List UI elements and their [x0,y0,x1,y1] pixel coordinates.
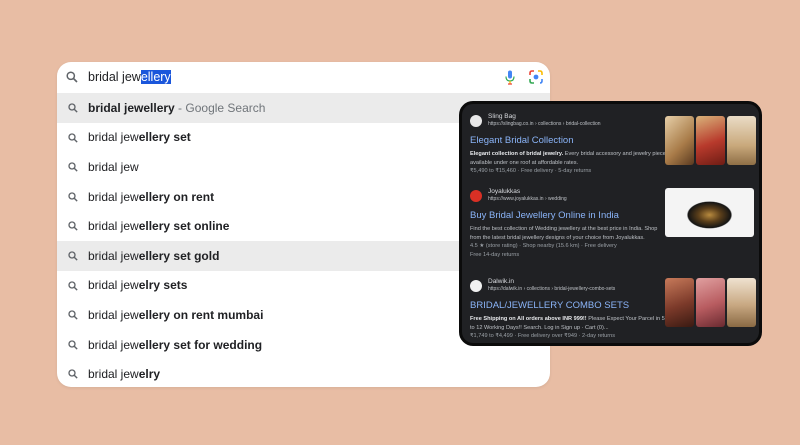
search-icon [68,251,78,261]
product-thumbnail[interactable] [696,116,725,165]
suggestion-text: bridal jewellery - Google Search [88,100,266,115]
result-source[interactable]: Dalwik.in https://dalwik.in › collection… [470,278,670,296]
search-icon [68,221,78,232]
site-url: https://www.joyalukkas.in › wedding [488,196,567,202]
suggestion-text: bridal jewellery set online [88,219,230,234]
product-thumbnail[interactable] [665,278,694,327]
query-typed: bridal jew [88,70,141,84]
search-bar[interactable]: bridal jewellery [57,62,550,93]
query-selected-completion: ellery [140,70,171,84]
site-url: https://slingbag.co.in › collections › b… [488,121,601,127]
result-description: Free Shipping on All orders above INR 99… [470,316,665,331]
suggestion-text: bridal jewellery set gold [88,248,220,263]
suggestion-item[interactable]: bridal jewelry [57,359,550,387]
search-icon [68,369,78,380]
result-meta: 4.5 ★ (store rating) · Shop nearby (15.6… [470,243,617,249]
result-meta: Free 14-day returns [470,251,520,258]
result-source[interactable]: Joyalukkas https://www.joyalukkas.in › w… [470,188,670,206]
site-name: Sling Bag [488,113,516,120]
suggestion-text: bridal jewelry [88,367,161,382]
product-thumbnail[interactable] [665,188,754,237]
microphone-icon[interactable] [505,70,515,85]
search-icon [68,340,78,350]
search-input[interactable]: bridal jewellery [88,70,171,85]
search-icon [68,132,78,143]
search-icon [66,71,78,83]
result-description: Elegant collection of bridal jewelry. Ev… [470,151,666,166]
result-thumbnails[interactable] [665,188,754,237]
search-result[interactable]: Sling Bag https://slingbag.co.in › colle… [470,113,670,176]
result-title[interactable]: Buy Bridal Jewellery Online in India [470,210,670,221]
google-lens-icon[interactable] [529,70,543,84]
site-favicon [470,280,482,292]
site-favicon [470,190,482,202]
result-meta: ₹5,490 to ₹15,460 · Free delivery · 5-da… [470,168,592,174]
search-icon [68,192,78,202]
product-thumbnail[interactable] [665,116,694,165]
suggestion-text: bridal jewelry sets [88,278,188,293]
result-title[interactable]: Elegant Bridal Collection [470,135,670,146]
product-thumbnail[interactable] [727,116,756,165]
search-icon [68,103,78,113]
product-thumbnail[interactable] [727,278,756,327]
suggestion-text: bridal jewellery on rent [88,189,215,204]
result-meta: ₹1,749 to ₹4,499 · Free delivery over ₹9… [470,333,615,339]
search-icon [68,280,78,291]
suggestion-text: bridal jewellery set [88,130,191,145]
search-icon [68,162,78,172]
search-result[interactable]: Dalwik.in https://dalwik.in › collection… [470,278,670,341]
suggestion-text: bridal jewellery on rent mumbai [88,307,264,322]
result-thumbnails[interactable] [665,116,756,165]
result-title[interactable]: BRIDAL/JEWELLERY COMBO SETS [470,300,670,311]
site-name: Dalwik.in [488,278,515,285]
result-source[interactable]: Sling Bag https://slingbag.co.in › colle… [470,113,670,131]
site-name: Joyalukkas [488,188,521,195]
site-url: https://dalwik.in › collections › bridal… [488,286,616,292]
suggestion-text: bridal jewellery set for wedding [88,337,263,352]
site-favicon [470,115,482,127]
search-icon [68,310,78,320]
search-results-panel: Sling Bag https://slingbag.co.in › colle… [459,101,762,346]
result-description: Find the best collection of Wedding jewe… [470,226,658,241]
product-thumbnail[interactable] [696,278,725,327]
result-thumbnails[interactable] [665,278,756,327]
suggestion-text: bridal jew [88,159,139,174]
search-result[interactable]: Joyalukkas https://www.joyalukkas.in › w… [470,188,670,259]
